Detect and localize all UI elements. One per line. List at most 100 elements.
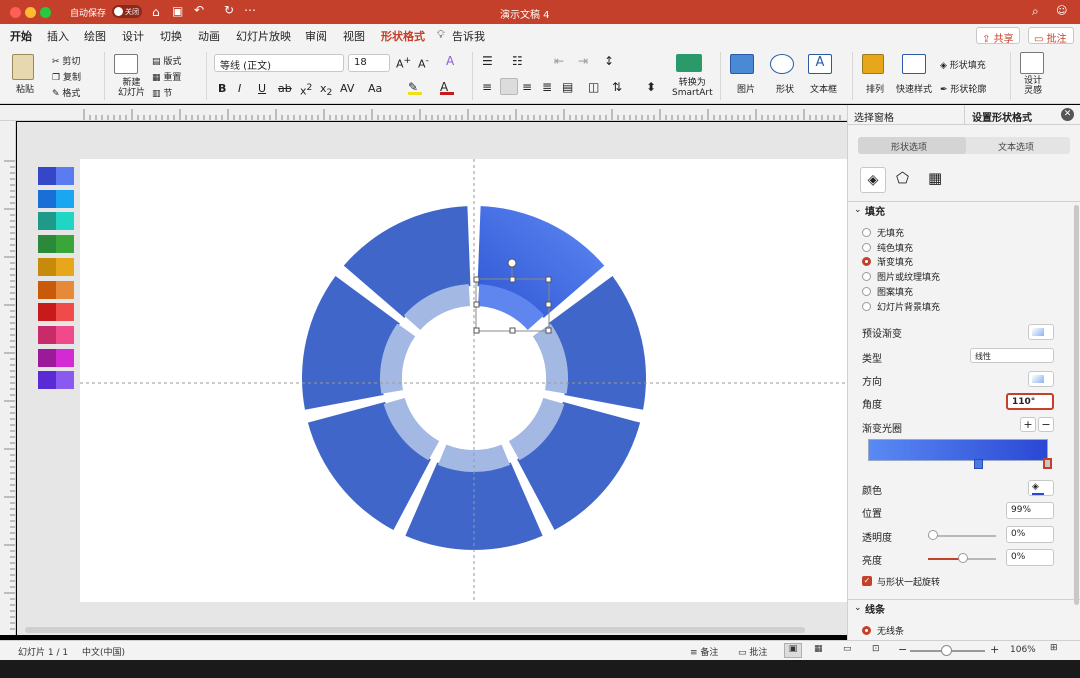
textbox-icon[interactable]: A bbox=[808, 54, 832, 74]
donut-outer-segment[interactable] bbox=[405, 462, 543, 550]
shape-outline-button[interactable]: ✒ 形状轮廓 bbox=[940, 82, 986, 95]
char-spacing-icon[interactable]: AV bbox=[340, 82, 354, 95]
designer-button[interactable]: 设计 灵感 bbox=[1024, 76, 1042, 96]
chevron-down-icon[interactable]: ⌄ bbox=[854, 205, 862, 215]
chevron-down-icon[interactable]: ⌄ bbox=[854, 603, 862, 613]
new-slide-icon[interactable] bbox=[114, 54, 138, 74]
shape-fill-button[interactable]: ◈ 形状填充 bbox=[940, 58, 986, 71]
paste-button[interactable]: 粘贴 bbox=[16, 82, 34, 95]
radio-picture-fill[interactable] bbox=[862, 272, 871, 281]
shape-icon[interactable] bbox=[770, 54, 794, 74]
radio-solid-fill[interactable] bbox=[862, 243, 871, 252]
tab-design[interactable]: 设计 bbox=[122, 28, 144, 44]
zoom-level[interactable]: 106% bbox=[1010, 645, 1036, 655]
tab-review[interactable]: 审阅 bbox=[305, 28, 327, 44]
fill-line-icon[interactable]: ◈ bbox=[860, 167, 886, 193]
angle-spinner[interactable]: 110° bbox=[1006, 393, 1054, 410]
tab-transitions[interactable]: 切换 bbox=[160, 28, 182, 44]
reading-view-icon[interactable]: ▭ bbox=[843, 644, 852, 654]
shrink-font-icon[interactable]: A- bbox=[418, 55, 429, 71]
justify-icon[interactable]: ≣ bbox=[542, 80, 552, 94]
close-window-button[interactable] bbox=[10, 7, 21, 18]
format-painter-button[interactable]: ✎ 格式 bbox=[52, 86, 80, 99]
effects-icon[interactable]: ⬠ bbox=[896, 169, 909, 187]
slide-canvas[interactable] bbox=[17, 122, 847, 635]
customize-toolbar-icon[interactable]: ⋯ bbox=[244, 3, 256, 17]
picture-icon[interactable] bbox=[730, 54, 754, 74]
account-icon[interactable]: ☺ bbox=[1056, 4, 1067, 17]
fit-to-window-icon[interactable]: ⊞ bbox=[1050, 643, 1058, 653]
arrange-icon[interactable] bbox=[862, 54, 884, 74]
normal-view-icon[interactable]: ▣ bbox=[784, 643, 802, 658]
pane-scrollbar[interactable] bbox=[1074, 205, 1079, 605]
brightness-slider-thumb[interactable] bbox=[958, 553, 968, 563]
paste-icon[interactable] bbox=[12, 54, 34, 80]
direction-dropdown[interactable] bbox=[1028, 371, 1054, 387]
radio-gradient-fill[interactable] bbox=[862, 257, 871, 266]
tab-animations[interactable]: 动画 bbox=[198, 28, 220, 44]
line-section-header[interactable]: 线条 bbox=[865, 601, 885, 616]
arrange-button[interactable]: 排列 bbox=[866, 82, 884, 95]
home-icon[interactable]: ⌂ bbox=[152, 5, 160, 19]
transparency-spinner[interactable]: 0% bbox=[1006, 526, 1054, 543]
transparency-slider[interactable] bbox=[928, 535, 996, 537]
slide[interactable] bbox=[80, 159, 847, 602]
search-icon[interactable]: ⌕ bbox=[1032, 4, 1039, 19]
slideshow-icon[interactable]: ⊡ bbox=[872, 644, 880, 654]
tab-selection-pane[interactable]: 选择窗格 bbox=[854, 109, 894, 124]
textbox-button[interactable]: 文本框 bbox=[810, 82, 837, 95]
change-case-icon[interactable]: Aa bbox=[368, 82, 382, 95]
zoom-slider-thumb[interactable] bbox=[941, 645, 952, 656]
reset-button[interactable]: ▦ 重置 bbox=[152, 70, 181, 83]
distributed-icon[interactable]: ▤ bbox=[562, 80, 573, 94]
align-left-icon[interactable]: ≡ bbox=[482, 80, 492, 94]
slide-sorter-icon[interactable]: ▦ bbox=[814, 644, 823, 654]
align-text-icon[interactable]: ⬍ bbox=[646, 80, 656, 94]
text-options-tab[interactable]: 文本选项 bbox=[998, 140, 1034, 153]
redo-icon[interactable]: ↻ bbox=[224, 3, 234, 17]
tab-home[interactable]: 开始 bbox=[10, 28, 32, 48]
layout-button[interactable]: ▤ 版式 bbox=[152, 54, 181, 67]
undo-icon[interactable]: ↶ bbox=[194, 3, 204, 17]
radio-no-line[interactable] bbox=[862, 626, 871, 635]
horizontal-scrollbar[interactable] bbox=[25, 627, 805, 633]
grow-font-icon[interactable]: A+ bbox=[396, 55, 411, 71]
stop-color-picker[interactable]: ◈ bbox=[1028, 480, 1054, 496]
zoom-out-icon[interactable]: − bbox=[898, 643, 907, 656]
language-indicator[interactable]: 中文(中国) bbox=[82, 645, 125, 658]
horizontal-ruler[interactable] bbox=[0, 105, 847, 121]
tab-draw[interactable]: 绘图 bbox=[84, 28, 106, 44]
radio-background-fill[interactable] bbox=[862, 302, 871, 311]
tab-insert[interactable]: 插入 bbox=[47, 28, 69, 44]
shape-options-tab[interactable]: 形状选项 bbox=[891, 140, 927, 153]
brightness-spinner[interactable]: 0% bbox=[1006, 549, 1054, 566]
bold-icon[interactable]: B bbox=[218, 82, 226, 95]
smartart-icon[interactable] bbox=[676, 54, 702, 72]
status-comments-button[interactable]: ▭ 批注 bbox=[738, 645, 767, 658]
gradient-stop-handle-selected[interactable] bbox=[1043, 458, 1052, 469]
quick-styles-button[interactable]: 快速样式 bbox=[896, 82, 932, 95]
font-size-select[interactable]: 18 bbox=[348, 54, 390, 72]
convert-smartart-button[interactable]: 转换为 SmartArt bbox=[672, 78, 713, 98]
picture-button[interactable]: 图片 bbox=[737, 82, 755, 95]
comments-button[interactable]: ▭ 批注 bbox=[1028, 27, 1074, 45]
quick-styles-icon[interactable] bbox=[902, 54, 926, 74]
radio-no-fill[interactable] bbox=[862, 228, 871, 237]
align-right-icon[interactable]: ≡ bbox=[522, 80, 532, 94]
donut-diagram[interactable] bbox=[80, 159, 847, 602]
italic-icon[interactable]: I bbox=[238, 82, 241, 95]
save-icon[interactable]: ▣ bbox=[172, 4, 183, 18]
radio-pattern-fill[interactable] bbox=[862, 287, 871, 296]
gradient-stops-bar[interactable] bbox=[868, 439, 1048, 461]
numbering-icon[interactable]: ☷ bbox=[512, 54, 523, 68]
zoom-in-icon[interactable]: + bbox=[990, 643, 999, 656]
cut-button[interactable]: ✂ 剪切 bbox=[52, 54, 80, 67]
minimize-window-button[interactable] bbox=[25, 7, 36, 18]
section-button[interactable]: ▥ 节 bbox=[152, 86, 172, 99]
tab-format-shape[interactable]: 设置形状格式 bbox=[972, 109, 1032, 124]
size-properties-icon[interactable]: ▦ bbox=[928, 169, 942, 187]
tab-tell-me[interactable]: 告诉我 bbox=[452, 28, 485, 44]
tab-slideshow[interactable]: 幻灯片放映 bbox=[236, 28, 291, 44]
subscript-icon[interactable]: x2 bbox=[320, 82, 332, 98]
close-pane-icon[interactable]: ✕ bbox=[1061, 108, 1074, 121]
